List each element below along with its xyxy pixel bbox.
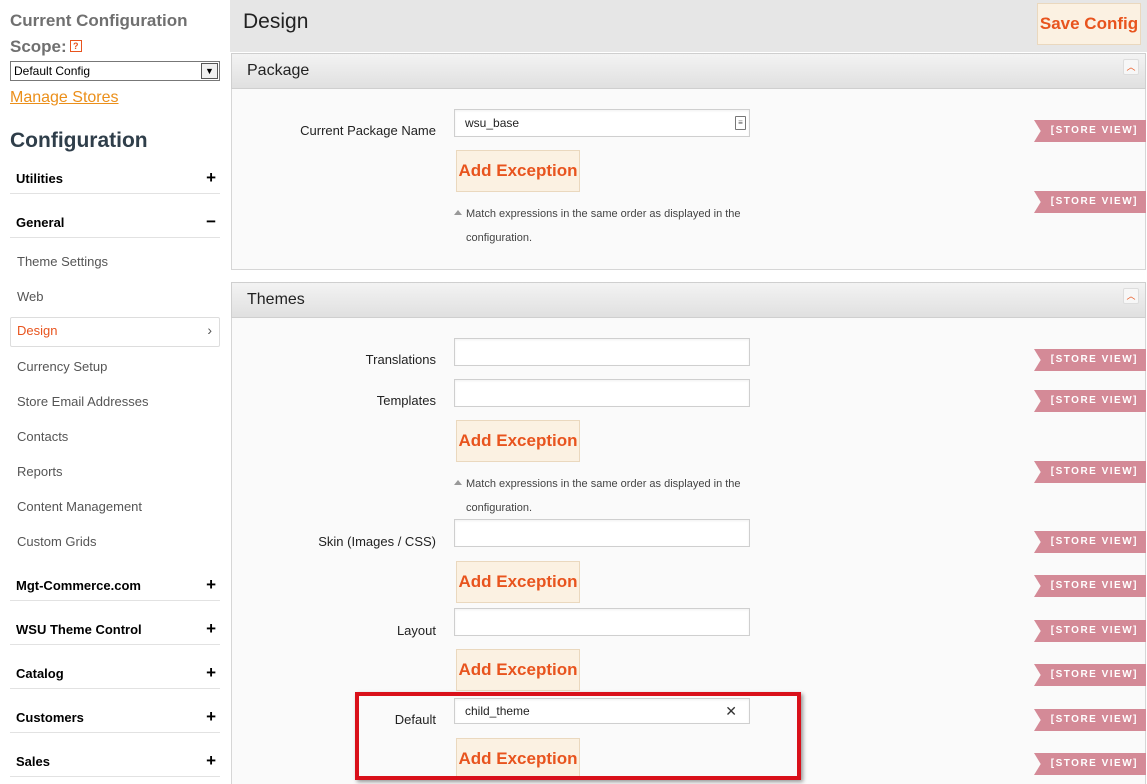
skin-input[interactable] — [454, 519, 750, 547]
scope-tag: [STORE VIEW] — [1034, 390, 1146, 412]
scope-tag: [STORE VIEW] — [1034, 531, 1146, 553]
nav-section-utilities[interactable]: Utilities + — [10, 168, 220, 194]
triangle-icon — [454, 480, 462, 485]
nav-section-customers[interactable]: Customers + — [10, 707, 220, 733]
skin-label: Skin (Images / CSS) — [318, 534, 436, 549]
help-icon[interactable]: ? — [69, 40, 82, 52]
main-content: Design Save Config Package ︿ Current Pac… — [230, 0, 1147, 784]
add-exception-button[interactable]: Add Exception — [456, 561, 580, 603]
scope-select-value: Default Config — [14, 64, 91, 78]
scope-title-line2: Scope: — [10, 37, 67, 56]
scope-tag: [STORE VIEW] — [1034, 461, 1146, 483]
expand-icon[interactable]: + — [206, 707, 216, 727]
add-exception-button[interactable]: Add Exception — [456, 150, 580, 192]
nav-section-label: Sales — [16, 754, 50, 769]
nav-section-label: Mgt-Commerce.com — [16, 578, 141, 593]
sidebar-item-label: Reports — [17, 464, 63, 479]
page-header: Design Save Config — [230, 0, 1147, 52]
help-note-text: Match expressions in the same order as d… — [466, 478, 741, 514]
nav-section-sales[interactable]: Sales + — [10, 751, 220, 777]
scope-tag: [STORE VIEW] — [1034, 753, 1146, 775]
scope-tag: [STORE VIEW] — [1034, 575, 1146, 597]
current-package-input[interactable]: wsu_base ≡ — [454, 109, 750, 137]
chevron-right-icon: › — [207, 322, 212, 338]
highlight-box — [355, 692, 801, 780]
nav-section-wsu-theme-control[interactable]: WSU Theme Control + — [10, 619, 220, 645]
sidebar-item-content-management[interactable]: Content Management — [10, 493, 220, 521]
expand-icon[interactable]: + — [206, 168, 216, 188]
expand-icon[interactable]: + — [206, 751, 216, 771]
triangle-icon — [454, 210, 462, 215]
sidebar-item-custom-grids[interactable]: Custom Grids — [10, 528, 220, 556]
nav-section-label: Catalog — [16, 666, 64, 681]
templates-label: Templates — [376, 393, 436, 408]
sidebar-item-currency-setup[interactable]: Currency Setup — [10, 353, 220, 381]
section-title: Themes — [247, 291, 305, 308]
scope-tag: [STORE VIEW] — [1034, 120, 1146, 142]
sidebar-item-store-email-addresses[interactable]: Store Email Addresses — [10, 388, 220, 416]
scope-tag: [STORE VIEW] — [1034, 664, 1146, 686]
help-note: Match expressions in the same order as d… — [454, 472, 744, 520]
current-package-value: wsu_base — [465, 116, 520, 130]
translations-input[interactable] — [454, 338, 750, 366]
nav-section-label: WSU Theme Control — [16, 622, 142, 637]
chevron-up-icon[interactable]: ︿ — [1123, 59, 1139, 75]
templates-input[interactable] — [454, 379, 750, 407]
section-header-package[interactable]: Package ︿ — [231, 53, 1146, 89]
nav-section-general[interactable]: General − — [10, 212, 220, 238]
sidebar: Current Configuration Scope:? Default Co… — [0, 0, 230, 784]
scope-title: Current Configuration Scope:? — [10, 8, 188, 60]
scope-tag: [STORE VIEW] — [1034, 191, 1146, 213]
chevron-down-icon[interactable]: ▼ — [201, 63, 218, 79]
scope-tag: [STORE VIEW] — [1034, 620, 1146, 642]
layout-label: Layout — [396, 623, 436, 638]
chevron-up-icon[interactable]: ︿ — [1123, 288, 1139, 304]
sidebar-item-label: Store Email Addresses — [17, 394, 149, 409]
section-title: Package — [247, 62, 310, 79]
collapse-icon[interactable]: − — [206, 212, 216, 232]
sidebar-item-label: Design — [17, 323, 58, 338]
sidebar-item-label: Web — [17, 289, 44, 304]
expand-icon[interactable]: + — [206, 575, 216, 595]
sidebar-item-label: Custom Grids — [17, 534, 97, 549]
layout-input[interactable] — [454, 608, 750, 636]
section-header-themes[interactable]: Themes ︿ — [231, 282, 1146, 318]
sidebar-item-label: Theme Settings — [17, 254, 109, 269]
section-body-package: Current Package Name wsu_base ≡ Add Exce… — [231, 89, 1146, 270]
sidebar-item-contacts[interactable]: Contacts — [10, 423, 220, 451]
sidebar-item-label: Contacts — [17, 429, 69, 444]
sidebar-item-design[interactable]: Design › — [10, 317, 220, 347]
expand-icon[interactable]: + — [206, 619, 216, 639]
translations-label: Translations — [365, 352, 436, 367]
help-note-text: Match expressions in the same order as d… — [466, 208, 741, 244]
current-package-label: Current Package Name — [300, 123, 436, 138]
save-config-button[interactable]: Save Config — [1037, 3, 1141, 45]
sidebar-item-reports[interactable]: Reports — [10, 458, 220, 486]
expand-icon[interactable]: + — [206, 663, 216, 683]
scope-title-line1: Current Configuration — [10, 11, 188, 30]
nav-section-mgt-commerce[interactable]: Mgt-Commerce.com + — [10, 575, 220, 601]
sidebar-item-theme-settings[interactable]: Theme Settings — [10, 248, 220, 276]
nav-section-label: General — [16, 215, 65, 230]
sidebar-item-web[interactable]: Web — [10, 283, 220, 311]
add-exception-button[interactable]: Add Exception — [456, 420, 580, 462]
nav-section-catalog[interactable]: Catalog + — [10, 663, 220, 689]
add-exception-button[interactable]: Add Exception — [456, 649, 580, 691]
page-title: Design — [243, 10, 309, 33]
manage-stores-link[interactable]: Manage Stores — [10, 89, 119, 107]
sidebar-item-label: Currency Setup — [17, 359, 108, 374]
configuration-title: Configuration — [10, 129, 148, 152]
sidebar-item-label: Content Management — [17, 499, 143, 514]
help-note: Match expressions in the same order as d… — [454, 202, 744, 250]
nav-section-label: Customers — [16, 710, 84, 725]
contact-card-icon: ≡ — [735, 116, 746, 130]
scope-select[interactable]: Default Config ▼ — [10, 61, 220, 81]
scope-tag: [STORE VIEW] — [1034, 349, 1146, 371]
nav-section-label: Utilities — [16, 171, 63, 186]
scope-tag: [STORE VIEW] — [1034, 709, 1146, 731]
